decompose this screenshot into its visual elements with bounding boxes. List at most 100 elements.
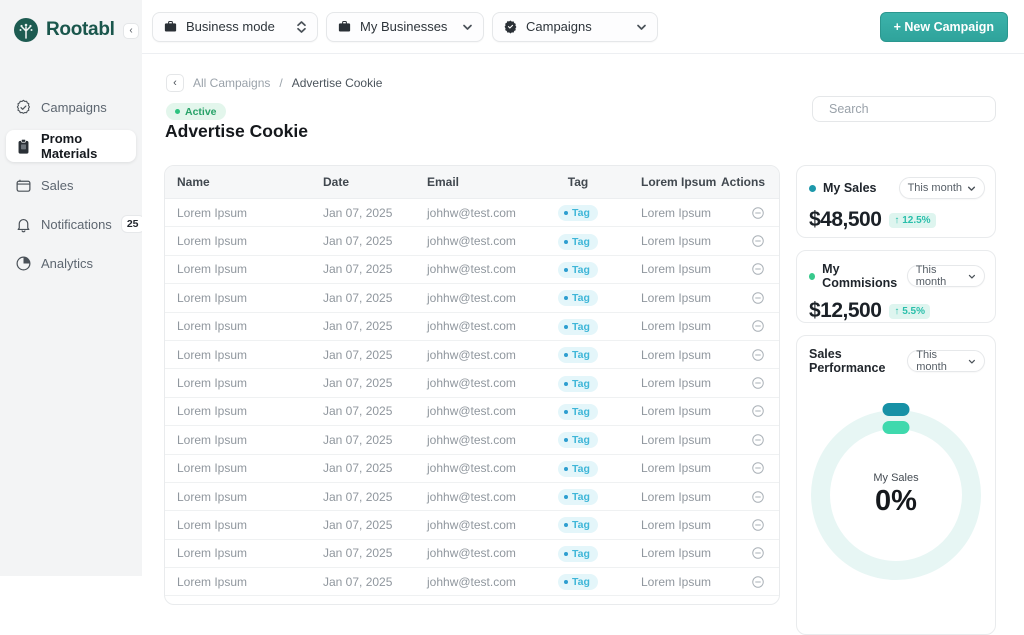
table-row[interactable]: Lorem Ipsum Jan 07, 2025 johhw@test.com … [165,426,779,454]
cell-tag: Tag [558,545,598,562]
main-content: ‹ All Campaigns / Advertise Cookie Activ… [142,54,1024,576]
tag-dot-icon [564,211,568,215]
cell-tag: Tag [558,289,598,306]
tag-pill: Tag [558,517,598,533]
tag-pill: Tag [558,290,598,306]
row-actions-button[interactable] [751,404,780,418]
row-actions-button[interactable] [751,262,780,276]
row-actions-button[interactable] [751,376,780,390]
cell-tag: Tag [558,516,598,533]
pie-chart-icon [15,255,32,272]
clipboard-icon [15,138,32,155]
campaigns-selector[interactable]: Campaigns [492,12,658,42]
tag-label: Tag [572,378,590,390]
cell-date: Jan 07, 2025 [311,319,415,333]
row-actions-button[interactable] [751,433,780,447]
table-row[interactable]: Lorem Ipsum Jan 07, 2025 johhw@test.com … [165,256,779,284]
status-label: Active [185,106,217,118]
table-row[interactable]: Lorem Ipsum Jan 07, 2025 johhw@test.com … [165,483,779,511]
my-sales-card: My Sales This month $48,500 ↑ 12.5% [796,165,996,238]
briefcase-icon [163,19,178,34]
table-row[interactable]: Lorem Ipsum Jan 07, 2025 johhw@test.com … [165,313,779,341]
row-actions-button[interactable] [751,546,780,560]
row-actions-button[interactable] [751,234,780,248]
my-commissions-period-selector[interactable]: This month [907,265,985,287]
cell-tag: Tag [558,460,598,477]
table-row[interactable]: Lorem Ipsum Jan 07, 2025 johhw@test.com … [165,199,779,227]
cell-email: johhw@test.com [415,262,535,276]
sales-performance-period-selector[interactable]: This month [907,350,985,372]
table-row[interactable]: Lorem Ipsum Jan 07, 2025 johhw@test.com … [165,398,779,426]
row-actions-button[interactable] [751,518,780,532]
sidebar-nav: Campaigns Promo Materials Sales Notifica… [0,91,142,279]
sidebar-item-notifications[interactable]: Notifications 25 [6,208,136,240]
row-actions-button[interactable] [751,206,780,220]
cell-date: Jan 07, 2025 [311,461,415,475]
tag-dot-icon [564,296,568,300]
tag-label: Tag [572,576,590,588]
table-row[interactable]: Lorem Ipsum Jan 07, 2025 johhw@test.com … [165,341,779,369]
more-options-icon [751,518,765,532]
breadcrumb-parent[interactable]: All Campaigns [193,76,270,90]
tag-pill: Tag [558,489,598,505]
status-badge: Active [166,103,226,120]
sales-performance-title: Sales Performance [809,347,907,375]
sidebar-collapse-button[interactable]: ‹ [123,23,139,39]
updown-chevron-icon [296,20,307,34]
sidebar-item-label: Campaigns [41,100,107,115]
cell-name: Lorem Ipsum [165,461,311,475]
brand-name: Rootabl [46,19,115,41]
sidebar-item-promo-materials[interactable]: Promo Materials [6,130,136,162]
cell-email: johhw@test.com [415,433,535,447]
row-actions-button[interactable] [751,348,780,362]
search-box[interactable] [812,96,996,122]
my-sales-period-selector[interactable]: This month [899,177,985,199]
row-actions-button[interactable] [751,461,780,475]
table-row[interactable]: Lorem Ipsum Jan 07, 2025 johhw@test.com … [165,511,779,539]
row-actions-button[interactable] [751,490,780,504]
table-row[interactable]: Lorem Ipsum Jan 07, 2025 johhw@test.com … [165,540,779,568]
tag-dot-icon [564,523,568,527]
sidebar-item-campaigns[interactable]: Campaigns [6,91,136,123]
column-header-tag: Tag [568,175,588,189]
cell-date: Jan 07, 2025 [311,404,415,418]
table-row[interactable]: Lorem Ipsum Jan 07, 2025 johhw@test.com … [165,284,779,312]
more-options-icon [751,376,765,390]
cell-lorem: Lorem Ipsum [621,518,725,532]
period-label: This month [916,264,963,288]
donut-center: My Sales 0% [811,410,981,580]
back-button[interactable]: ‹ [166,74,184,92]
search-input[interactable] [829,102,990,116]
cell-email: johhw@test.com [415,518,535,532]
tag-pill: Tag [558,262,598,278]
row-actions-button[interactable] [751,319,780,333]
tag-dot-icon [564,325,568,329]
breadcrumb: ‹ All Campaigns / Advertise Cookie [166,74,382,92]
business-mode-selector[interactable]: Business mode [152,12,318,42]
cell-email: johhw@test.com [415,206,535,220]
new-campaign-button[interactable]: + New Campaign [880,12,1008,42]
tag-label: Tag [572,264,590,276]
row-actions-button[interactable] [751,575,780,589]
cell-date: Jan 07, 2025 [311,433,415,447]
my-businesses-selector[interactable]: My Businesses [326,12,484,42]
table-row[interactable]: Lorem Ipsum Jan 07, 2025 johhw@test.com … [165,455,779,483]
more-options-icon [751,348,765,362]
sidebar-item-label: Promo Materials [41,131,127,161]
cell-date: Jan 07, 2025 [311,262,415,276]
bell-icon [15,216,32,233]
cell-tag: Tag [558,261,598,278]
more-options-icon [751,206,765,220]
tag-dot-icon [564,552,568,556]
sidebar-item-analytics[interactable]: Analytics [6,247,136,279]
row-actions-button[interactable] [751,291,780,305]
tag-label: Tag [572,519,590,531]
table-row[interactable]: Lorem Ipsum Jan 07, 2025 johhw@test.com … [165,568,779,596]
cell-email: johhw@test.com [415,546,535,560]
table-row[interactable]: Lorem Ipsum Jan 07, 2025 johhw@test.com … [165,369,779,397]
cell-lorem: Lorem Ipsum [621,206,725,220]
topbar: Business mode My Businesses Campaigns + … [142,0,1024,54]
cell-lorem: Lorem Ipsum [621,319,725,333]
table-row[interactable]: Lorem Ipsum Jan 07, 2025 johhw@test.com … [165,227,779,255]
sidebar-item-sales[interactable]: Sales [6,169,136,201]
